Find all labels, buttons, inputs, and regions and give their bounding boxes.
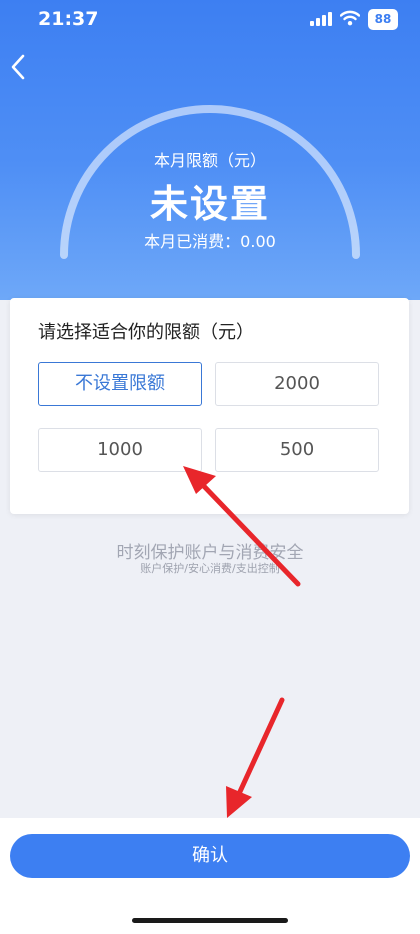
security-sub-slogan: 账户保护/安心消费/支出控制 <box>140 562 280 575</box>
option-no-limit[interactable]: 不设置限额 <box>38 362 202 406</box>
confirm-button[interactable]: 确认 <box>10 834 410 878</box>
battery-icon: 88 <box>368 9 398 30</box>
monthly-spent-text: 本月已消费：0.00 <box>144 232 276 251</box>
monthly-limit-label: 本月限额（元） <box>153 151 266 170</box>
option-1000[interactable]: 1000 <box>38 428 202 472</box>
card-title: 请选择适合你的限额（元） <box>38 322 254 343</box>
monthly-limit-value: 未设置 <box>149 182 270 226</box>
status-time: 21:37 <box>38 8 99 30</box>
option-2000[interactable]: 2000 <box>215 362 379 406</box>
back-arrow-icon[interactable] <box>6 52 30 82</box>
status-bar: 21:37 88 <box>0 0 420 36</box>
limit-options-card: 请选择适合你的限额（元） 不设置限额 2000 1000 500 <box>10 298 409 514</box>
wifi-icon <box>340 10 360 26</box>
cellular-signal-icon <box>310 12 334 26</box>
annotation-arrow-icon <box>226 697 285 818</box>
home-indicator <box>132 918 288 923</box>
option-500[interactable]: 500 <box>215 428 379 472</box>
